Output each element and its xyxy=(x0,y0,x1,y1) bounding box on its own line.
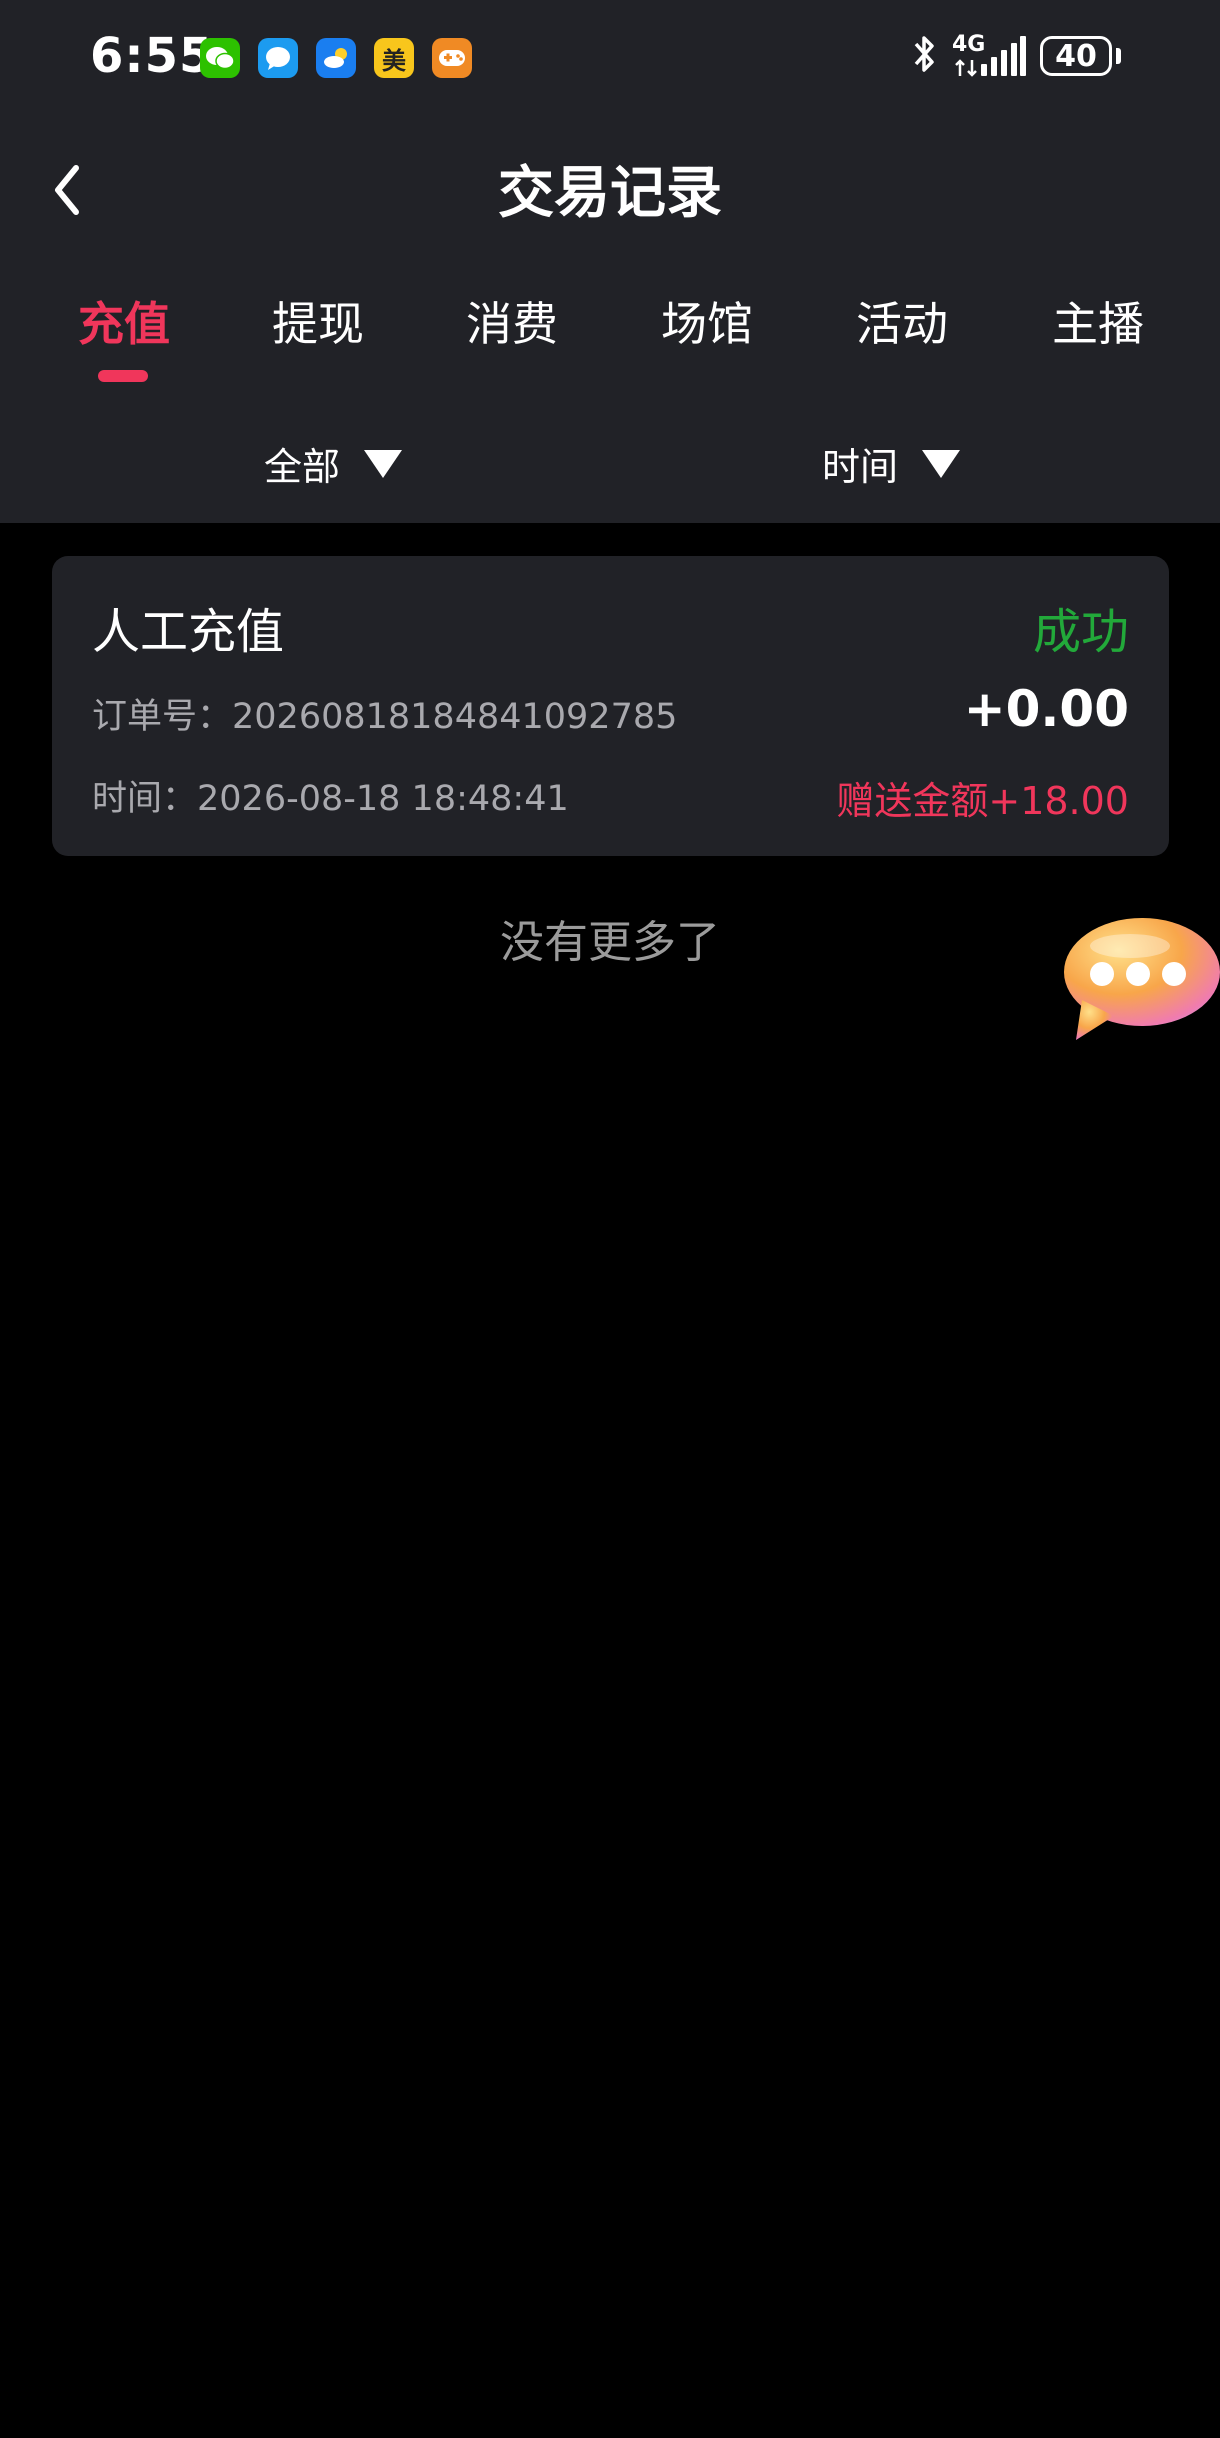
chat-bubble-icon xyxy=(1064,918,1220,1040)
meituan-icon: 美 xyxy=(374,38,414,78)
triangle-down-icon xyxy=(922,449,961,478)
signal-strength-icon xyxy=(981,36,1026,76)
weather-icon xyxy=(316,38,356,78)
wechat-icon xyxy=(200,38,240,78)
meituan-icon-label: 美 xyxy=(382,46,406,75)
type-filter-label: 全部 xyxy=(264,445,341,489)
battery-icon: 40 xyxy=(1040,36,1112,76)
time-filter-dropdown[interactable]: 时间 xyxy=(822,436,961,491)
record-status: 成功 xyxy=(1032,604,1129,660)
record-time-row: 时间：2026-08-18 18:48:41 xyxy=(92,770,569,821)
record-amount: +0.00 xyxy=(963,680,1129,738)
time-filter-label: 时间 xyxy=(822,445,899,489)
record-time-value: 2026-08-18 18:48:41 xyxy=(197,779,569,819)
battery-level: 40 xyxy=(1055,38,1097,74)
game-icon xyxy=(432,38,472,78)
record-type: 人工充值 xyxy=(92,604,285,660)
status-time: 6:55 xyxy=(90,28,214,84)
tab-venue[interactable]: 场馆 xyxy=(617,288,797,354)
order-number-label: 订单号： xyxy=(92,697,233,737)
bluetooth-icon xyxy=(914,36,934,72)
tab-withdraw[interactable]: 提现 xyxy=(228,288,408,354)
active-tab-indicator xyxy=(98,370,148,382)
tab-activity[interactable]: 活动 xyxy=(812,288,992,354)
floating-chat-button[interactable] xyxy=(1052,908,1220,1048)
page-title: 交易记录 xyxy=(498,161,722,226)
tab-consume[interactable]: 消费 xyxy=(422,288,602,354)
record-time-label: 时间： xyxy=(92,779,198,819)
tab-anchor[interactable]: 主播 xyxy=(1008,288,1188,354)
status-bar: 6:55 美 4G 40 xyxy=(0,0,1220,120)
order-number-row: 订单号：20260818184841092785 xyxy=(92,688,677,739)
tab-recharge[interactable]: 充值 xyxy=(34,288,214,354)
order-number-value: 20260818184841092785 xyxy=(232,697,678,737)
bonus-amount: 赠送金额+18.00 xyxy=(836,779,1129,823)
triangle-down-icon xyxy=(364,449,403,478)
type-filter-dropdown[interactable]: 全部 xyxy=(264,436,403,491)
no-more-text: 没有更多了 xyxy=(500,917,720,968)
data-arrows-icon xyxy=(955,59,977,77)
message-icon xyxy=(258,38,298,78)
battery-tip xyxy=(1116,48,1121,64)
transaction-record-card[interactable]: 人工充值 成功 订单号：20260818184841092785 +0.00 时… xyxy=(52,556,1169,856)
